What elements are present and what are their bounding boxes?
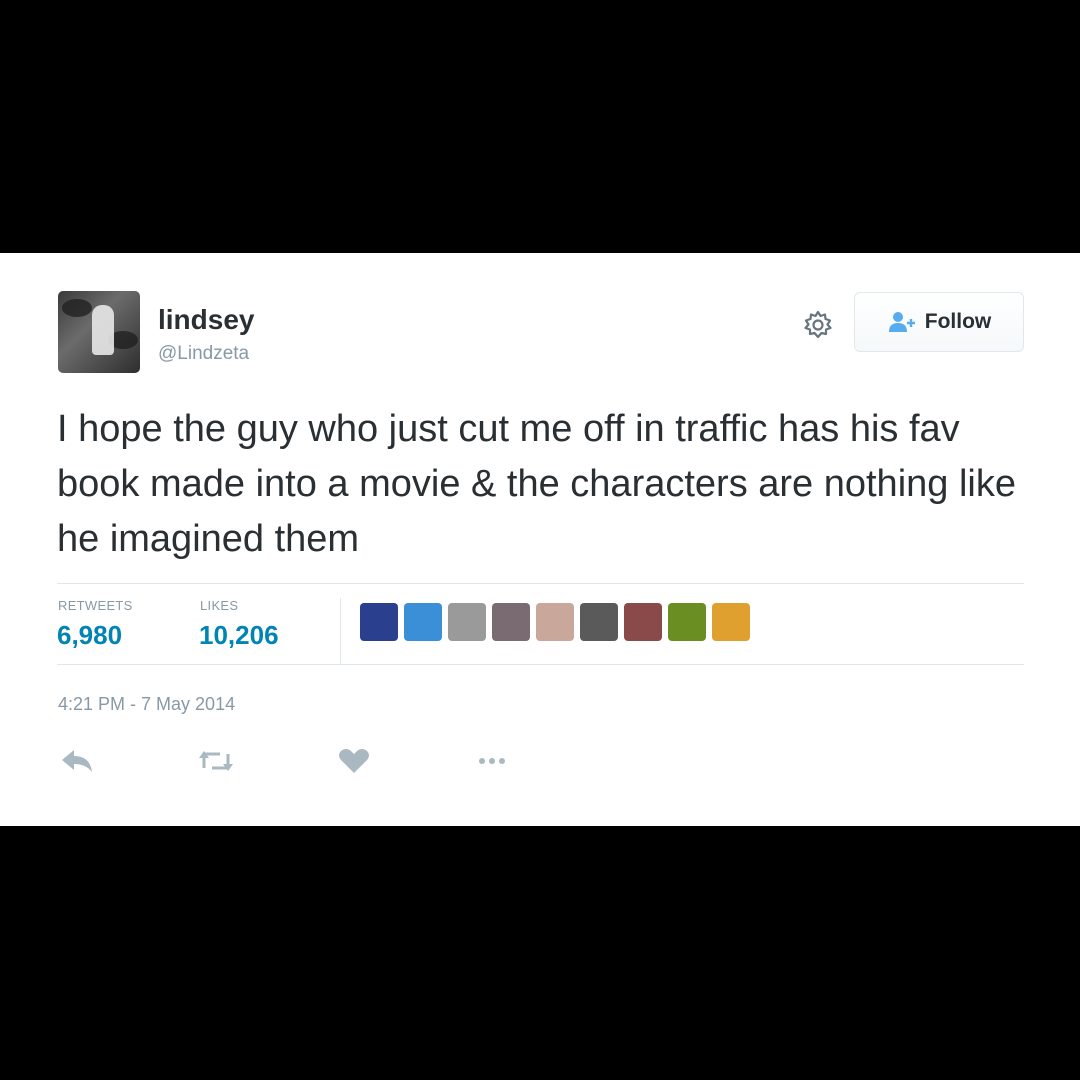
follow-button[interactable]: Follow [854, 292, 1024, 352]
liker-avatar[interactable] [668, 603, 706, 641]
liker-avatar[interactable] [712, 603, 750, 641]
retweets-count[interactable]: 6,980 [57, 620, 122, 651]
more-icon[interactable] [472, 746, 512, 776]
tweet-timestamp[interactable]: 4:21 PM - 7 May 2014 [58, 694, 235, 715]
liker-avatars [360, 603, 750, 641]
follow-button-label: Follow [924, 310, 992, 333]
user-name[interactable]: lindsey [158, 304, 254, 336]
divider [340, 598, 341, 664]
retweet-icon[interactable] [196, 746, 236, 776]
reply-icon[interactable] [58, 746, 98, 776]
likes-label: LIKES [200, 598, 239, 613]
avatar-detail [62, 299, 92, 317]
liker-avatar[interactable] [404, 603, 442, 641]
user-handle[interactable]: @Lindzeta [158, 343, 249, 365]
retweets-label: RETWEETS [58, 598, 133, 613]
like-icon[interactable] [334, 746, 374, 776]
likes-count[interactable]: 10,206 [199, 620, 279, 651]
liker-avatar[interactable] [624, 603, 662, 641]
divider [57, 583, 1024, 584]
liker-avatar[interactable] [448, 603, 486, 641]
avatar-figure [92, 305, 114, 355]
liker-avatar[interactable] [580, 603, 618, 641]
liker-avatar[interactable] [536, 603, 574, 641]
liker-avatar[interactable] [360, 603, 398, 641]
tweet-text: I hope the guy who just cut me off in tr… [57, 408, 1016, 560]
add-user-icon [888, 312, 915, 332]
divider [57, 664, 1024, 665]
avatar[interactable] [58, 291, 140, 373]
liker-avatar[interactable] [492, 603, 530, 641]
gear-icon[interactable] [802, 309, 834, 341]
